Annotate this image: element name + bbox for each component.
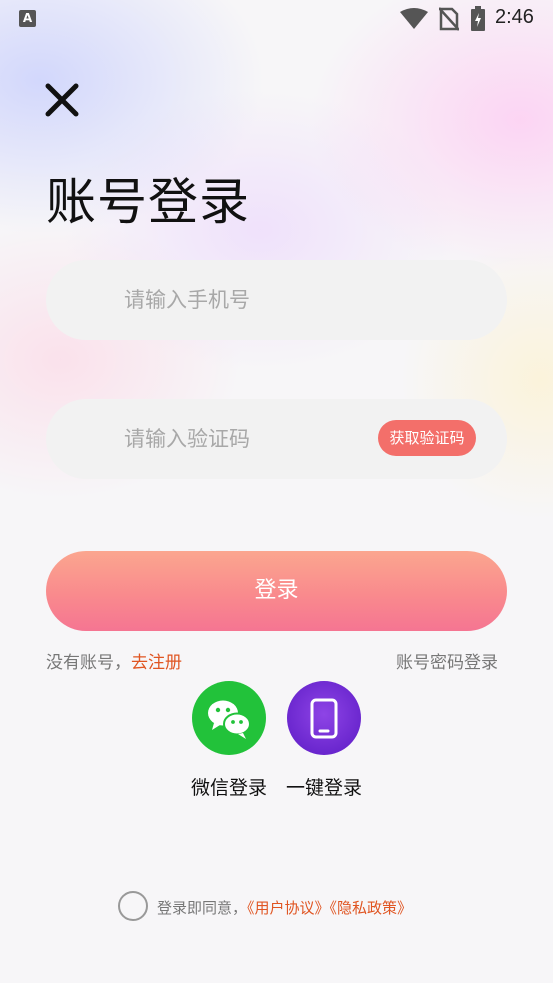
register-link[interactable]: 去注册 <box>131 653 182 673</box>
user-agreement-link[interactable]: 《用户协议》 <box>247 899 330 917</box>
onekey-login-label: 一键登录 <box>285 777 362 799</box>
wechat-circle <box>192 681 266 755</box>
status-time: 2:46 <box>495 6 534 28</box>
app-indicator-icon: A <box>19 10 36 27</box>
get-code-button[interactable]: 获取验证码 <box>378 420 476 456</box>
wechat-login-button[interactable]: 微信登录 <box>188 681 270 800</box>
phone-icon <box>310 698 338 739</box>
no-account-text: 没有账号， <box>46 653 131 673</box>
onekey-circle <box>287 681 361 755</box>
close-icon <box>45 83 79 117</box>
phone-input[interactable] <box>124 260 364 340</box>
status-bar: A 2:46 <box>0 0 553 38</box>
register-row: 没有账号，去注册 <box>46 648 182 673</box>
page-title: 账号登录 <box>46 173 250 231</box>
privacy-policy-link[interactable]: 《隐私政策》 <box>330 899 413 917</box>
verification-code-input[interactable] <box>124 399 364 479</box>
password-login-link[interactable]: 账号密码登录 <box>396 648 498 673</box>
verification-code-field: 获取验证码 <box>46 399 507 479</box>
agreement-text: 登录即同意，《用户协议》《隐私政策》 <box>157 897 412 918</box>
close-button[interactable] <box>44 82 80 118</box>
login-button[interactable]: 登录 <box>46 551 507 631</box>
onekey-login-button[interactable]: 一键登录 <box>282 681 366 800</box>
wechat-login-label: 微信登录 <box>190 777 267 799</box>
agreement-prefix: 登录即同意， <box>157 899 248 917</box>
no-sim-icon <box>439 7 459 31</box>
battery-charging-icon <box>471 6 485 31</box>
wechat-icon <box>208 700 251 739</box>
phone-field <box>46 260 507 340</box>
agreement-checkbox[interactable] <box>118 891 148 921</box>
wifi-icon <box>400 8 428 29</box>
